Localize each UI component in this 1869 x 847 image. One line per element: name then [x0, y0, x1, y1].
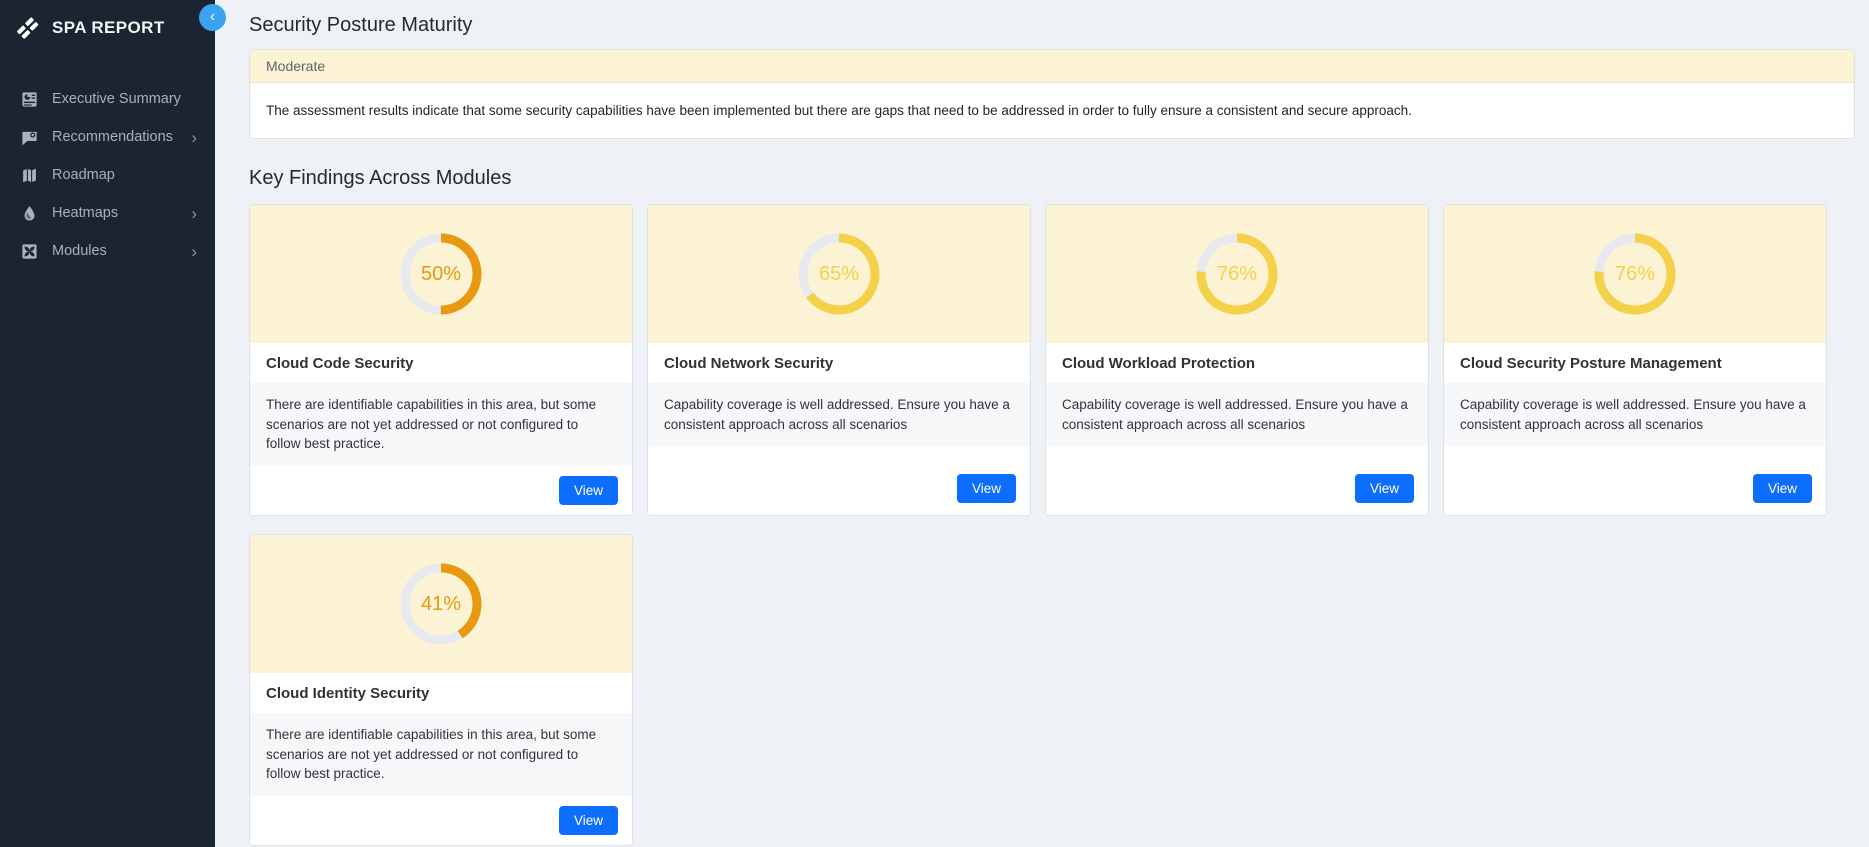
chevron-right-icon: › [191, 129, 199, 146]
sidebar-nav: Executive Summary Recommendations › Road… [0, 80, 215, 270]
sidebar-item-executive-summary[interactable]: Executive Summary [0, 80, 215, 118]
sidebar-item-roadmap[interactable]: Roadmap [0, 156, 215, 194]
view-button[interactable]: View [957, 474, 1016, 503]
donut-chart: 76% [1194, 231, 1280, 317]
sidebar-item-heatmaps[interactable]: Heatmaps › [0, 194, 215, 232]
sidebar-item-label: Recommendations [52, 129, 177, 145]
donut-percent-label: 65% [796, 231, 882, 317]
sidebar-item-label: Roadmap [52, 167, 199, 183]
module-card-footer: View [250, 466, 632, 516]
maturity-level-banner: Moderate [250, 50, 1854, 83]
module-chart-header: 76% [1046, 205, 1428, 343]
executive-summary-icon [20, 90, 38, 108]
module-card: 76% Cloud Security Posture Management Ca… [1443, 204, 1827, 516]
module-description: Capability coverage is well addressed. E… [1444, 383, 1826, 446]
donut-chart: 41% [398, 561, 484, 647]
module-cards-grid: 50% Cloud Code Security There are identi… [249, 204, 1855, 846]
module-description: Capability coverage is well addressed. E… [1046, 383, 1428, 446]
sidebar-collapse-button[interactable]: ‹ [199, 4, 226, 31]
modules-icon [20, 242, 38, 260]
donut-percent-label: 41% [398, 561, 484, 647]
recommendations-icon [20, 128, 38, 146]
chevron-left-icon: ‹ [210, 9, 215, 25]
sidebar-item-recommendations[interactable]: Recommendations › [0, 118, 215, 156]
donut-percent-label: 76% [1592, 231, 1678, 317]
donut-chart: 50% [398, 231, 484, 317]
heatmaps-icon [20, 204, 38, 222]
chevron-right-icon: › [191, 243, 199, 260]
module-chart-header: 76% [1444, 205, 1826, 343]
module-description: There are identifiable capabilities in t… [250, 383, 632, 466]
module-card: 65% Cloud Network Security Capability co… [647, 204, 1031, 516]
sidebar-item-label: Executive Summary [52, 91, 199, 107]
module-chart-header: 41% [250, 535, 632, 673]
module-description: There are identifiable capabilities in t… [250, 713, 632, 796]
view-button[interactable]: View [1355, 474, 1414, 503]
logo-icon [16, 16, 40, 40]
module-title: Cloud Workload Protection [1046, 343, 1428, 383]
donut-chart: 76% [1592, 231, 1678, 317]
module-chart-header: 50% [250, 205, 632, 343]
module-card: 76% Cloud Workload Protection Capability… [1045, 204, 1429, 516]
module-card-footer: View [1444, 464, 1826, 515]
view-button[interactable]: View [559, 806, 618, 835]
module-card-footer: View [250, 796, 632, 846]
module-description: Capability coverage is well addressed. E… [648, 383, 1030, 446]
app-logo: SPA REPORT [0, 0, 215, 54]
view-button[interactable]: View [1753, 474, 1812, 503]
donut-chart: 65% [796, 231, 882, 317]
sidebar-item-modules[interactable]: Modules › [0, 232, 215, 270]
module-title: Cloud Identity Security [250, 673, 632, 713]
maturity-description: The assessment results indicate that som… [250, 83, 1854, 138]
module-card-footer: View [1046, 464, 1428, 515]
module-title: Cloud Security Posture Management [1444, 343, 1826, 383]
sidebar-item-label: Heatmaps [52, 205, 177, 221]
module-title: Cloud Code Security [250, 343, 632, 383]
chevron-right-icon: › [191, 205, 199, 222]
findings-section-title: Key Findings Across Modules [249, 167, 1855, 190]
app-title: SPA REPORT [52, 18, 165, 38]
main-content: Security Posture Maturity Moderate The a… [215, 0, 1869, 847]
page-title: Security Posture Maturity [249, 14, 1855, 37]
donut-percent-label: 76% [1194, 231, 1280, 317]
donut-percent-label: 50% [398, 231, 484, 317]
module-card-footer: View [648, 464, 1030, 515]
view-button[interactable]: View [559, 476, 618, 505]
maturity-card: Moderate The assessment results indicate… [249, 49, 1855, 139]
module-chart-header: 65% [648, 205, 1030, 343]
module-card: 50% Cloud Code Security There are identi… [249, 204, 633, 516]
module-title: Cloud Network Security [648, 343, 1030, 383]
sidebar-item-label: Modules [52, 243, 177, 259]
sidebar: SPA REPORT Executive Summary [0, 0, 215, 847]
module-card: 41% Cloud Identity Security There are id… [249, 534, 633, 846]
roadmap-icon [20, 166, 38, 184]
